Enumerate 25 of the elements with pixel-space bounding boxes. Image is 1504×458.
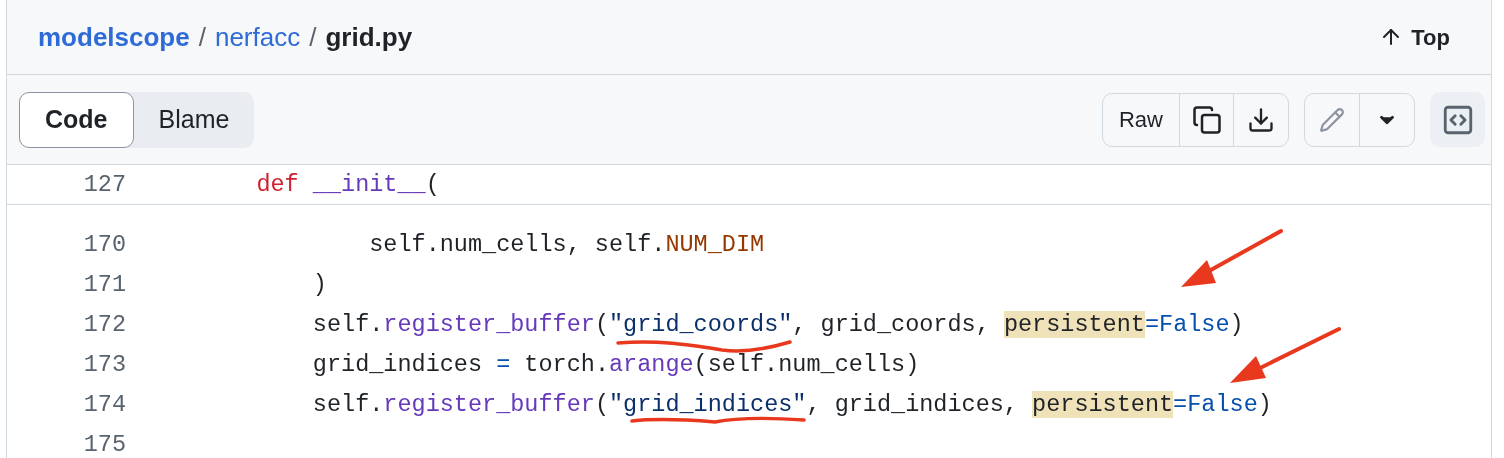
code-line: ) (311, 270, 327, 301)
pencil-icon (1319, 106, 1345, 133)
line-number: 175 (82, 430, 126, 458)
code-line: grid_indices = torch.arange(self.num_cells) (311, 350, 920, 381)
path-separator: / (309, 20, 317, 54)
code-line: self.register_buffer("grid_coords", grid_coords, persistent=False) (311, 310, 1244, 341)
breadcrumb-link[interactable]: nerfacc (214, 17, 301, 57)
code-line: self.num_cells, self.NUM_DIM (368, 230, 765, 261)
symbols-button[interactable] (1430, 92, 1485, 147)
line-number: 172 (82, 310, 126, 341)
line-number: 173 (82, 350, 126, 381)
line-number: 170 (82, 230, 126, 261)
line-number: 174 (82, 390, 126, 421)
line-number: 127 (82, 169, 126, 200)
download-icon (1247, 105, 1275, 134)
breadcrumb-link[interactable]: modelscope (38, 17, 190, 57)
view-tab[interactable]: Code (19, 91, 134, 148)
view-tab[interactable]: Blame (133, 91, 255, 148)
breadcrumb-link[interactable]: grid.py (325, 17, 413, 57)
path-separator: / (198, 20, 206, 54)
code-line: self.register_buffer("grid_indices", grid_indices, persistent=False) (311, 390, 1272, 421)
code-line: def __init__( (255, 169, 440, 200)
copy-icon (1191, 104, 1222, 135)
top-link[interactable]: Top (1379, 20, 1450, 54)
line-number: 171 (82, 270, 126, 301)
